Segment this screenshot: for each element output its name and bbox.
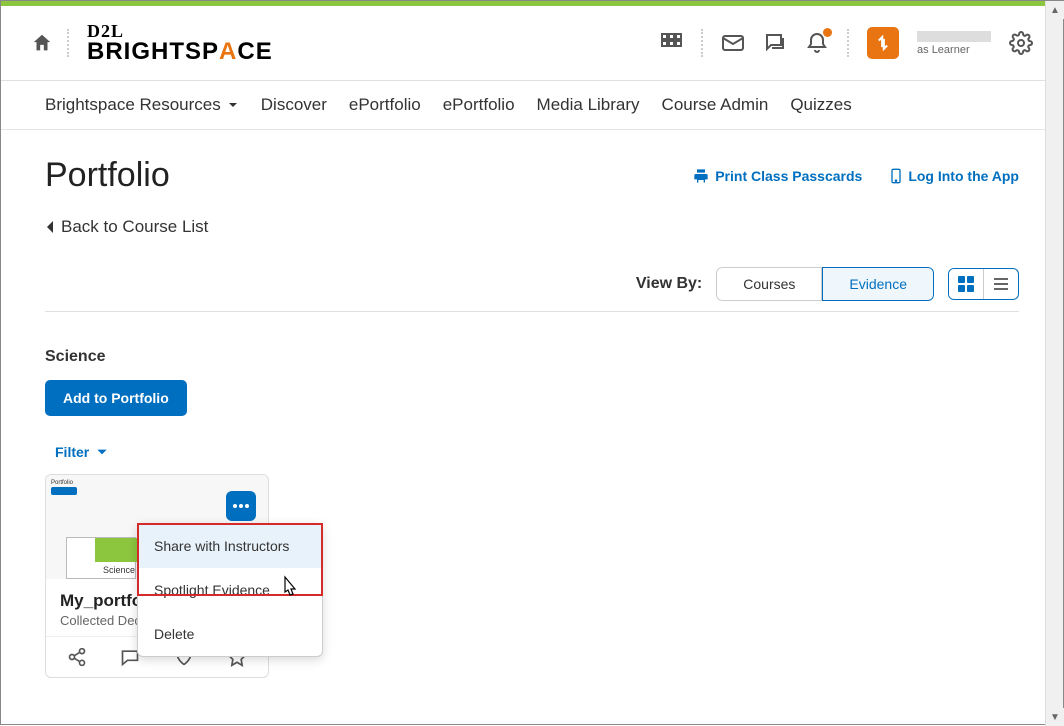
phone-icon [890,168,902,184]
grid-view-button[interactable] [949,269,983,299]
view-by-label: View By: [636,275,702,293]
notification-badge [823,28,832,37]
cursor-icon [279,575,299,599]
scrollbar[interactable]: ▲ ▼ [1045,1,1063,726]
segment-evidence[interactable]: Evidence [822,267,934,301]
nav-eportfolio-2[interactable]: ePortfolio [443,95,515,115]
role-switch-button[interactable] [867,27,899,59]
top-bar: D2L BRIGHTSPACE as Learner [1,6,1063,81]
scroll-up-button[interactable]: ▲ [1046,1,1064,19]
user-name-placeholder [917,31,991,42]
add-to-portfolio-button[interactable]: Add to Portfolio [45,380,187,416]
nav-course-admin[interactable]: Course Admin [662,95,769,115]
login-app-button[interactable]: Log Into the App [890,168,1019,184]
print-icon [693,168,709,184]
divider [847,29,849,57]
filter-button[interactable]: Filter [55,444,1019,460]
layout-toggle [948,268,1019,300]
nav-quizzes[interactable]: Quizzes [790,95,851,115]
nav-media-library[interactable]: Media Library [537,95,640,115]
logo-bottom: BRIGHTSPACE [87,40,273,64]
messages-icon[interactable] [763,31,787,55]
chevron-down-icon [95,445,109,459]
nav-eportfolio-1[interactable]: ePortfolio [349,95,421,115]
segment-courses[interactable]: Courses [716,267,822,301]
share-icon[interactable] [67,647,87,667]
mail-icon[interactable] [721,31,745,55]
back-to-course-list[interactable]: Back to Course List [45,217,1019,237]
gear-icon[interactable] [1009,31,1033,55]
chevron-down-icon [227,99,239,111]
grid-icon [957,275,975,293]
nav-bar: Brightspace Resources Discover ePortfoli… [1,81,1063,130]
brand-logo[interactable]: D2L BRIGHTSPACE [87,22,273,64]
menu-share-with-instructors[interactable]: Share with Instructors [138,524,322,568]
section-title: Science [45,348,1019,366]
divider [701,29,703,57]
nav-brightspace-resources[interactable]: Brightspace Resources [45,95,239,115]
home-icon[interactable] [31,32,53,54]
nav-discover[interactable]: Discover [261,95,327,115]
menu-delete[interactable]: Delete [138,612,322,656]
notifications-icon[interactable] [805,31,829,55]
more-dots-icon [232,503,250,509]
chevron-left-icon [45,220,55,234]
print-passcards-button[interactable]: Print Class Passcards [693,168,862,184]
divider [67,29,69,57]
divider [45,311,1019,312]
scroll-down-button[interactable]: ▼ [1046,708,1064,726]
user-role-block[interactable]: as Learner [917,31,991,56]
list-icon [992,275,1010,293]
apps-grid-icon[interactable] [659,31,683,55]
card-more-button[interactable] [226,491,256,521]
page-title: Portfolio [45,156,170,195]
list-view-button[interactable] [983,269,1018,299]
view-by-segment: Courses Evidence [716,267,934,301]
